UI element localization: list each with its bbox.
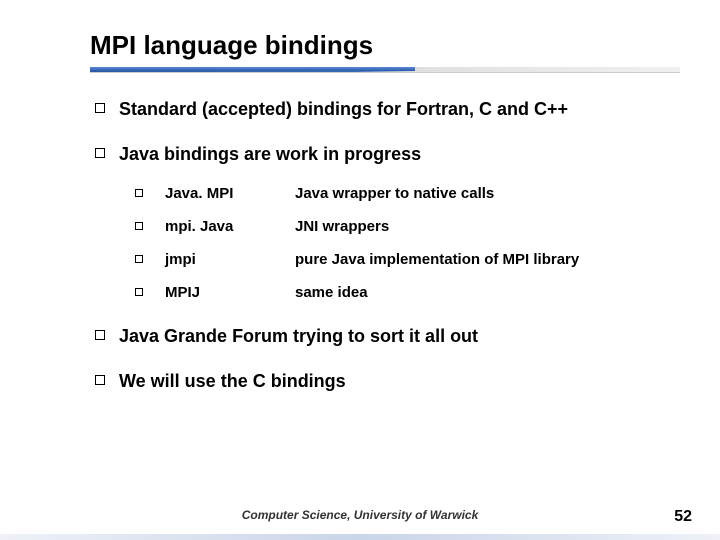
bullet-text: Standard (accepted) bindings for Fortran… [119, 98, 568, 121]
slide: MPI language bindings Standard (accepted… [0, 0, 720, 540]
bullet-icon [95, 148, 105, 158]
sub-list: Java. MPI Java wrapper to native calls m… [135, 185, 670, 301]
list-item: Java. MPI Java wrapper to native calls [135, 185, 670, 202]
sub-item-desc: JNI wrappers [295, 218, 389, 235]
bullet-icon [95, 330, 105, 340]
title-divider [90, 67, 680, 73]
list-item: Java Grande Forum trying to sort it all … [95, 325, 670, 348]
bullet-icon [135, 288, 143, 296]
bullet-icon [95, 375, 105, 385]
list-item: mpi. Java JNI wrappers [135, 218, 670, 235]
sub-item-name: Java. MPI [165, 185, 295, 202]
sub-item-name: jmpi [165, 251, 295, 268]
bullet-text: We will use the C bindings [119, 370, 346, 393]
bullet-text: Java Grande Forum trying to sort it all … [119, 325, 478, 348]
content-area: Standard (accepted) bindings for Fortran… [95, 98, 670, 394]
bullet-icon [95, 103, 105, 113]
list-item: MPIJ same idea [135, 284, 670, 301]
list-item: Standard (accepted) bindings for Fortran… [95, 98, 670, 121]
bullet-icon [135, 222, 143, 230]
bullet-text: Java bindings are work in progress [119, 143, 421, 166]
bullet-icon [135, 255, 143, 263]
list-item: Java bindings are work in progress [95, 143, 670, 166]
sub-item-name: MPIJ [165, 284, 295, 301]
bullet-icon [135, 189, 143, 197]
page-title: MPI language bindings [90, 30, 680, 61]
list-item: jmpi pure Java implementation of MPI lib… [135, 251, 670, 268]
list-item: We will use the C bindings [95, 370, 670, 393]
bottom-decoration [0, 534, 720, 540]
sub-item-desc: same idea [295, 284, 368, 301]
sub-item-name: mpi. Java [165, 218, 295, 235]
footer-text: Computer Science, University of Warwick [0, 508, 720, 522]
sub-item-desc: pure Java implementation of MPI library [295, 251, 579, 268]
sub-item-desc: Java wrapper to native calls [295, 185, 494, 202]
page-number: 52 [674, 508, 692, 526]
